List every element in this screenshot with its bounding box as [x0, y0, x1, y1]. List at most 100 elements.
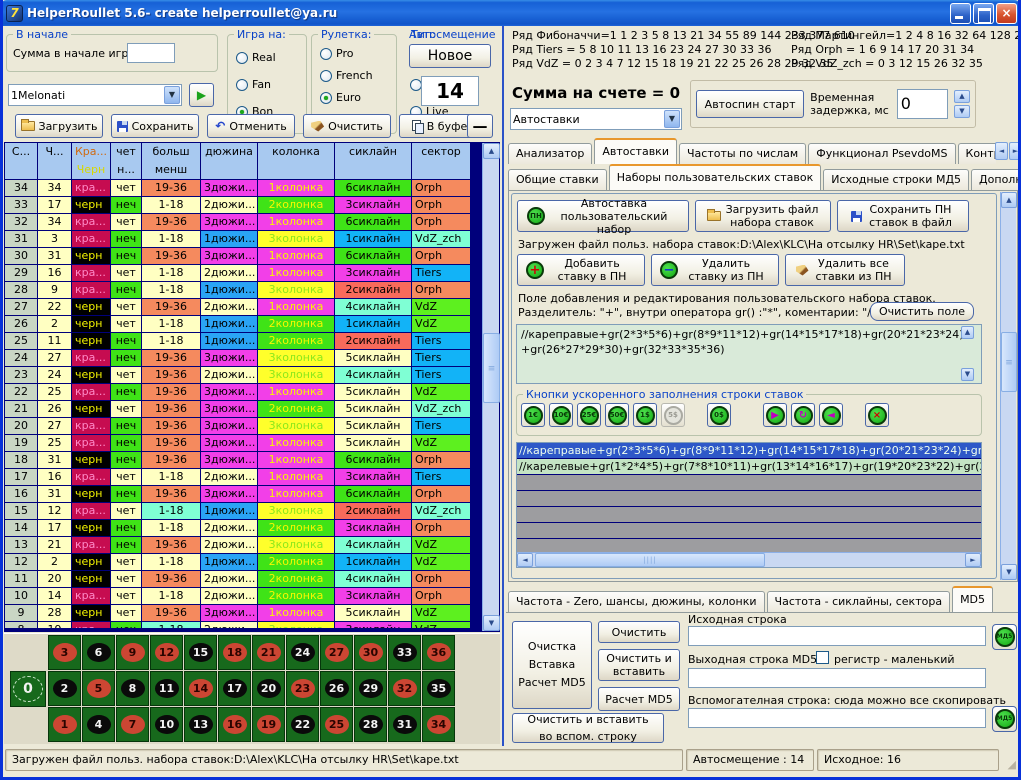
table-row[interactable]: 928чернчет19-363дюжи...1колонка5сиклайнV…: [5, 605, 482, 621]
scroll-left-icon[interactable]: ◄: [517, 553, 533, 567]
table-row[interactable]: 2427кра...неч19-363дюжи...3колонка5сикла…: [5, 350, 482, 366]
scroll-down-icon[interactable]: ▼: [1001, 564, 1017, 580]
radio-fan[interactable]: Fan: [236, 78, 271, 91]
table-row[interactable]: 1631черннеч19-363дюжи...1колонка6сиклайн…: [5, 486, 482, 502]
quick-bet-button-1d[interactable]: 1$: [633, 403, 657, 427]
md5-clear-paste-aux-button[interactable]: Очистить и вставить во вспом. строку: [512, 713, 664, 743]
table-row[interactable]: 2027кра...неч19-363дюжи...3колонка5сикла…: [5, 418, 482, 434]
toolbar-undo-button[interactable]: ↶Отменить: [207, 114, 295, 138]
minimize-icon[interactable]: [950, 3, 971, 24]
board-cell-9[interactable]: 9: [116, 635, 149, 670]
radio-real[interactable]: Real: [236, 51, 276, 64]
table-row[interactable]: 2324чернчет19-362дюжи...3колонка4сиклайн…: [5, 367, 482, 383]
close-icon[interactable]: ×: [996, 3, 1017, 24]
radio-euro[interactable]: Euro: [320, 91, 361, 104]
save-set-file-button[interactable]: Сохранить ПН ставок в файл: [837, 200, 969, 232]
case-checkbox[interactable]: [816, 651, 829, 664]
tab-2[interactable]: Наборы пользовательских ставок: [609, 164, 822, 190]
list-item[interactable]: //кареправые+gr(2*3*5*6)+gr(8*9*11*12)+g…: [517, 443, 981, 459]
table-scrollbar[interactable]: ▲ ▼: [482, 143, 499, 631]
autobets-combo-input[interactable]: [513, 110, 662, 128]
list-item-empty[interactable]: [517, 507, 981, 523]
radio-pro[interactable]: Pro: [320, 47, 353, 60]
board-cell-3[interactable]: 3: [48, 635, 81, 670]
auto-user-set-button[interactable]: ПН Автоставка пользовательский набор: [517, 200, 689, 232]
quick-bet-button-10e[interactable]: 10€: [549, 403, 573, 427]
tab-1[interactable]: Общие ставки: [508, 169, 607, 190]
delete-bet-button[interactable]: − Удалить ставку из ПН: [651, 254, 779, 286]
board-cell-30[interactable]: 30: [354, 635, 387, 670]
spin-down-icon[interactable]: ▼: [954, 105, 970, 118]
table-row[interactable]: 3317черннеч1-182дюжи...2колонка3сиклайнO…: [5, 197, 482, 213]
tab-4[interactable]: Дополнитель: [971, 169, 1020, 190]
tab-5[interactable]: Контроль банкро: [958, 143, 996, 164]
board-cell-11[interactable]: 11: [150, 671, 183, 706]
board-cell-17[interactable]: 17: [218, 671, 251, 706]
board-cell-32[interactable]: 32: [388, 671, 421, 706]
table-row[interactable]: 122чернчет1-181дюжи...2колонка1сиклайнVd…: [5, 554, 482, 570]
toolbar-open-folder-button[interactable]: Загрузить: [15, 114, 103, 138]
table-row[interactable]: 2916кра...чет1-182дюжи...1колонка3сиклай…: [5, 265, 482, 281]
radio-french[interactable]: French: [320, 69, 373, 82]
board-cell-21[interactable]: 21: [252, 635, 285, 670]
preset-combo-input[interactable]: [11, 86, 162, 104]
board-cell-12[interactable]: 12: [150, 635, 183, 670]
board-cell-1[interactable]: 1: [48, 707, 81, 742]
tab-2[interactable]: Автоставки: [594, 138, 677, 164]
scroll-up-icon[interactable]: ▲: [483, 143, 500, 159]
board-cell-6[interactable]: 6: [82, 635, 115, 670]
board-cell-8[interactable]: 8: [116, 671, 149, 706]
md5-src-input[interactable]: [688, 626, 986, 646]
board-cell-22[interactable]: 22: [286, 707, 319, 742]
collapse-button[interactable]: —: [467, 114, 493, 138]
board-cell-25[interactable]: 25: [320, 707, 353, 742]
start-sum-input[interactable]: [127, 43, 175, 63]
board-cell-16[interactable]: 16: [218, 707, 251, 742]
md5-clear-paste-button[interactable]: Очистить и вставить: [598, 649, 680, 681]
board-cell-19[interactable]: 19: [252, 707, 285, 742]
board-cell-36[interactable]: 36: [422, 635, 455, 670]
resize-grip[interactable]: [1002, 749, 1016, 771]
table-row[interactable]: 819кра...неч1-182дюжи...3колонка3сиклайн…: [5, 622, 482, 628]
scroll-thumb[interactable]: [483, 333, 500, 403]
panel-scrollbar[interactable]: ▲ ▼: [1000, 192, 1016, 580]
chevron-down-icon[interactable]: ▼: [664, 110, 680, 128]
table-row[interactable]: 1716кра...чет1-182дюжи...1колонка3сиклай…: [5, 469, 482, 485]
table-row[interactable]: 1512кра...чет1-181дюжи...3колонка2сиклай…: [5, 503, 482, 519]
delay-value[interactable]: 0: [897, 89, 948, 119]
board-cell-33[interactable]: 33: [388, 635, 421, 670]
table-row[interactable]: 1417черннеч1-182дюжи...2колонка3сиклайнO…: [5, 520, 482, 536]
table-row[interactable]: 1831черннеч19-363дюжи...1колонка6сиклайн…: [5, 452, 482, 468]
quick-bet-button-0d[interactable]: 0$: [707, 403, 731, 427]
table-row[interactable]: 262чернчет1-181дюжи...2колонка1сиклайнVd…: [5, 316, 482, 332]
board-cell-23[interactable]: 23: [286, 671, 319, 706]
table-row[interactable]: 3031черннеч19-363дюжи...1колонка6сиклайн…: [5, 248, 482, 264]
board-cell-15[interactable]: 15: [184, 635, 217, 670]
md5-src-run-button[interactable]: МД5: [992, 624, 1017, 650]
toolbar-brush-button[interactable]: Очистить: [303, 114, 391, 138]
tab-3[interactable]: MD5: [952, 586, 993, 612]
quick-bet-button-25e[interactable]: 25€: [577, 403, 601, 427]
autospin-start-button[interactable]: Автоспин старт: [696, 90, 804, 118]
tab-3[interactable]: Исходные строки МД5: [823, 169, 969, 190]
table-row[interactable]: 3434кра...чет19-363дюжи...1колонка6сикла…: [5, 180, 482, 196]
md5-calc-button[interactable]: Расчет MD5: [598, 687, 680, 711]
md5-big-button[interactable]: Очистка Вставка Расчет MD5: [512, 621, 592, 709]
autobets-combo[interactable]: ▼: [510, 108, 682, 130]
table-row[interactable]: 1321кра...неч19-362дюжи...3колонка4сикла…: [5, 537, 482, 553]
tab-2[interactable]: Частота - сиклайны, сектора: [767, 591, 951, 612]
tab-1[interactable]: Частота - Zero, шансы, дюжины, колонки: [508, 591, 765, 612]
board-cell-20[interactable]: 20: [252, 671, 285, 706]
list-item[interactable]: //карелевые+gr(1*2*4*5)+gr(7*8*10*11)+gr…: [517, 459, 981, 475]
board-cell-5[interactable]: 5: [82, 671, 115, 706]
board-cell-34[interactable]: 34: [422, 707, 455, 742]
toolbar-floppy-button[interactable]: Сохранить: [111, 114, 199, 138]
table-row[interactable]: 289кра...неч1-181дюжи...3колонка2сиклайн…: [5, 282, 482, 298]
table-row[interactable]: 2722чернчет19-362дюжи...1колонка4сиклайн…: [5, 299, 482, 315]
table-row[interactable]: 1120чернчет19-362дюжи...2колонка4сиклайн…: [5, 571, 482, 587]
clear-field-button[interactable]: Очистить поле: [870, 302, 974, 321]
bet-edit-area[interactable]: //кареправые+gr(2*3*5*6)+gr(8*9*11*12)+g…: [516, 324, 982, 384]
spin-up-icon[interactable]: ▲: [954, 90, 970, 103]
delete-all-bets-button[interactable]: Удалить все ставки из ПН: [785, 254, 905, 286]
board-cell-35[interactable]: 35: [422, 671, 455, 706]
